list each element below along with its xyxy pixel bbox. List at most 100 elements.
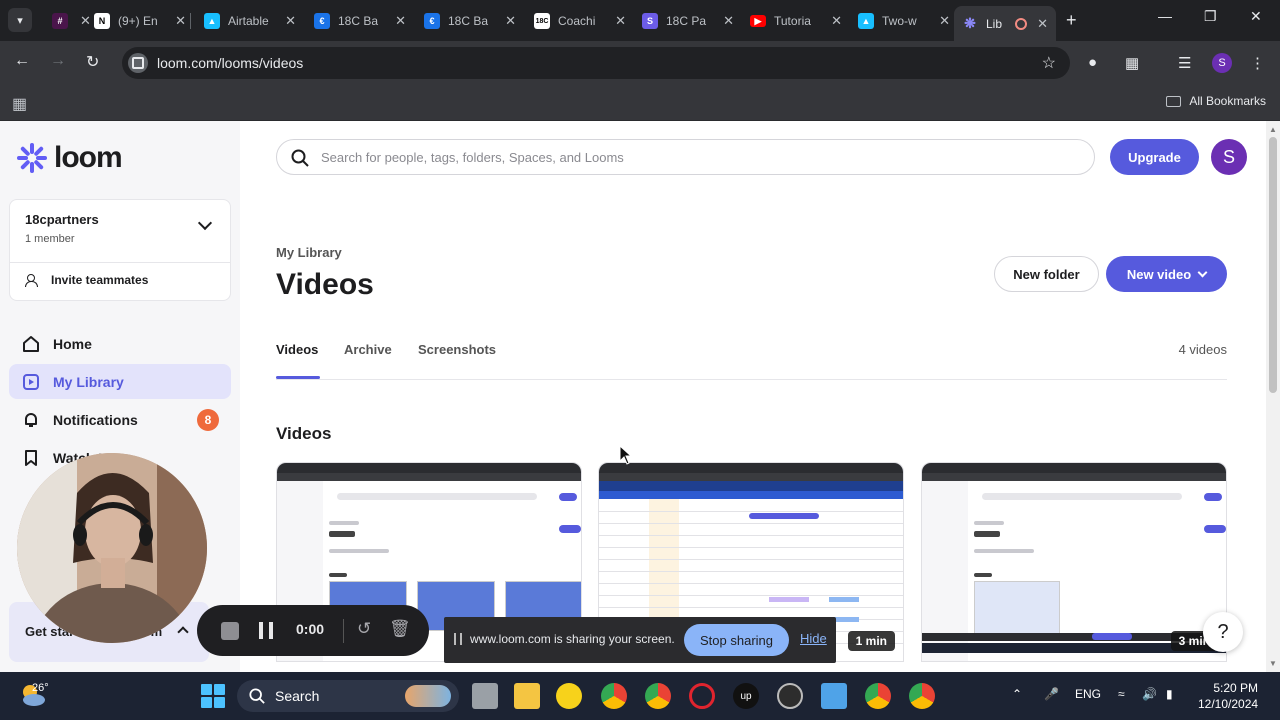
recording-controls: 0:00 ↺ 🗑 <box>197 605 429 656</box>
scroll-thumb[interactable] <box>1269 137 1277 393</box>
sharing-message: www.loom.com is sharing your screen. <box>470 632 675 646</box>
breadcrumb[interactable]: My Library <box>276 245 342 260</box>
page-scrollbar[interactable]: ▲ ▼ <box>1266 121 1280 672</box>
close-tab-icon[interactable]: ✕ <box>939 13 950 29</box>
tab-archive[interactable]: Archive <box>344 342 392 357</box>
video-card[interactable]: 3 min <box>921 462 1227 662</box>
opera-icon[interactable] <box>689 683 715 709</box>
browser-tab-18c-ba[interactable]: € 18C Ba ✕ <box>306 6 414 36</box>
wifi-icon[interactable]: ≈ <box>1118 687 1125 701</box>
browser-tab-coaching[interactable]: 18C Coachi ✕ <box>526 6 634 36</box>
close-tab-icon[interactable]: ✕ <box>395 13 406 29</box>
thumbnail-tabbar <box>599 463 903 473</box>
notepad-icon[interactable] <box>821 683 847 709</box>
site-info-icon[interactable] <box>128 53 148 73</box>
media-player-icon[interactable] <box>777 683 803 709</box>
microphone-icon[interactable]: 🎤 <box>1044 687 1059 701</box>
browser-tab-two-way[interactable]: ▲ Two-w ✕ <box>850 6 958 36</box>
chrome-icon[interactable] <box>601 683 627 709</box>
close-tab-icon[interactable]: ✕ <box>505 13 516 29</box>
close-tab-icon[interactable]: ✕ <box>1037 16 1048 32</box>
chevron-down-icon[interactable] <box>197 215 213 231</box>
drag-handle-icon[interactable] <box>454 633 462 645</box>
more-menu-icon[interactable]: ⋮ <box>1250 54 1265 72</box>
stop-recording-icon[interactable] <box>221 622 239 640</box>
user-avatar[interactable]: S <box>1211 139 1247 175</box>
pause-icon[interactable] <box>259 622 273 639</box>
volume-icon[interactable]: 🔊 <box>1142 687 1157 701</box>
close-tab-icon[interactable]: ✕ <box>723 13 734 29</box>
sidebar-item-home[interactable]: Home <box>9 326 231 361</box>
battery-icon[interactable]: ▮ <box>1166 687 1173 701</box>
file-explorer-icon[interactable] <box>514 683 540 709</box>
hide-link[interactable]: Hide <box>800 631 827 646</box>
tray-overflow-icon[interactable]: ⌃ <box>1012 687 1022 701</box>
youtube-icon: ▶ <box>750 15 766 27</box>
search-bar[interactable]: Search for people, tags, folders, Spaces… <box>276 139 1095 175</box>
sidebar-item-my-library[interactable]: My Library <box>9 364 231 399</box>
invite-teammates-button[interactable]: Invite teammates <box>25 273 148 287</box>
task-view-icon[interactable] <box>472 683 498 709</box>
new-video-button[interactable]: New video <box>1106 256 1227 292</box>
minimize-button[interactable]: — <box>1158 8 1172 24</box>
windows-start-icon[interactable] <box>201 684 225 708</box>
new-tab-button[interactable]: + <box>1066 10 1077 31</box>
stop-sharing-button[interactable]: Stop sharing <box>684 624 789 656</box>
restore-button[interactable]: ❐ <box>1204 8 1217 25</box>
all-bookmarks-button[interactable]: All Bookmarks <box>1166 94 1266 108</box>
close-window-button[interactable]: ✕ <box>1250 8 1262 25</box>
system-clock[interactable]: 5:20 PM 12/10/2024 <box>1198 680 1258 712</box>
workspace-card[interactable]: 18cpartners 1 member Invite teammates <box>9 199 231 301</box>
taskbar-search[interactable]: Search <box>237 680 459 712</box>
webcam-feed <box>17 453 207 643</box>
browser-profile-avatar[interactable]: S <box>1212 53 1232 73</box>
scroll-down-icon[interactable]: ▼ <box>1269 659 1277 668</box>
recording-indicator-icon <box>1015 17 1028 30</box>
help-button[interactable]: ? <box>1203 612 1243 652</box>
sidebar-item-notifications[interactable]: Notifications 8 <box>9 402 231 437</box>
tab-title: Airtable <box>228 14 269 28</box>
reload-icon[interactable]: ↻ <box>86 52 99 72</box>
browser-tab-18c-ba-2[interactable]: € 18C Ba ✕ <box>416 6 524 36</box>
browser-tab-tutorial[interactable]: ▶ Tutoria ✕ <box>742 6 850 36</box>
chrome-profile-icon[interactable] <box>645 683 671 709</box>
browser-tab-18c-pa[interactable]: S 18C Pa ✕ <box>634 6 742 36</box>
media-controls-icon[interactable]: ☰ <box>1178 54 1191 72</box>
browser-tab-airtable[interactable]: ▲ Airtable ✕ <box>196 6 304 36</box>
language-indicator[interactable]: ENG <box>1075 687 1101 701</box>
browser-tab-notion[interactable]: N (9+) En ✕ <box>86 6 194 36</box>
tab-videos[interactable]: Videos <box>276 342 318 357</box>
chrome-icon-2[interactable] <box>909 683 935 709</box>
close-tab-icon[interactable]: ✕ <box>175 13 186 29</box>
address-bar[interactable]: loom.com/looms/videos ☆ <box>122 47 1070 79</box>
windows-taskbar: 26° Search up ⌃ 🎤 ENG ≈ 🔊 ▮ 5:20 PM 12/1… <box>0 672 1280 720</box>
s-icon: S <box>642 13 658 29</box>
browser-tab-loom-library[interactable]: ❋ Lib ✕ <box>954 6 1056 41</box>
close-tab-icon[interactable]: ✕ <box>615 13 626 29</box>
apps-grid-icon[interactable]: ▦ <box>12 94 27 114</box>
webcam-bubble[interactable] <box>17 453 207 643</box>
restart-icon[interactable]: ↺ <box>357 619 371 639</box>
bookmark-star-icon[interactable]: ☆ <box>1042 53 1056 73</box>
new-folder-button[interactable]: New folder <box>994 256 1099 292</box>
upwork-icon[interactable]: up <box>733 683 759 709</box>
library-icon <box>21 372 41 392</box>
incognito-ghost-icon[interactable]: ● <box>1088 54 1097 71</box>
thumbnail-urlbar <box>277 473 581 481</box>
chrome-active-icon[interactable] <box>865 683 891 709</box>
close-tab-icon[interactable]: ✕ <box>285 13 296 29</box>
tab-screenshots[interactable]: Screenshots <box>418 342 496 357</box>
forward-arrow-icon[interactable]: → <box>50 52 66 70</box>
thumbnail-tabbar <box>277 463 581 473</box>
chevron-up-icon[interactable] <box>177 626 189 638</box>
back-arrow-icon[interactable]: ← <box>14 52 30 70</box>
app-icon[interactable] <box>556 683 582 709</box>
search-input[interactable]: Search for people, tags, folders, Spaces… <box>321 150 624 165</box>
tab-search-dropdown[interactable]: ▾ <box>8 8 32 32</box>
upgrade-button[interactable]: Upgrade <box>1110 139 1199 175</box>
extensions-icon[interactable]: ▦ <box>1125 54 1139 72</box>
close-tab-icon[interactable]: ✕ <box>831 13 842 29</box>
trash-icon[interactable]: 🗑 <box>389 619 411 639</box>
loom-logo[interactable]: loom <box>16 141 123 175</box>
scroll-up-icon[interactable]: ▲ <box>1269 125 1277 134</box>
